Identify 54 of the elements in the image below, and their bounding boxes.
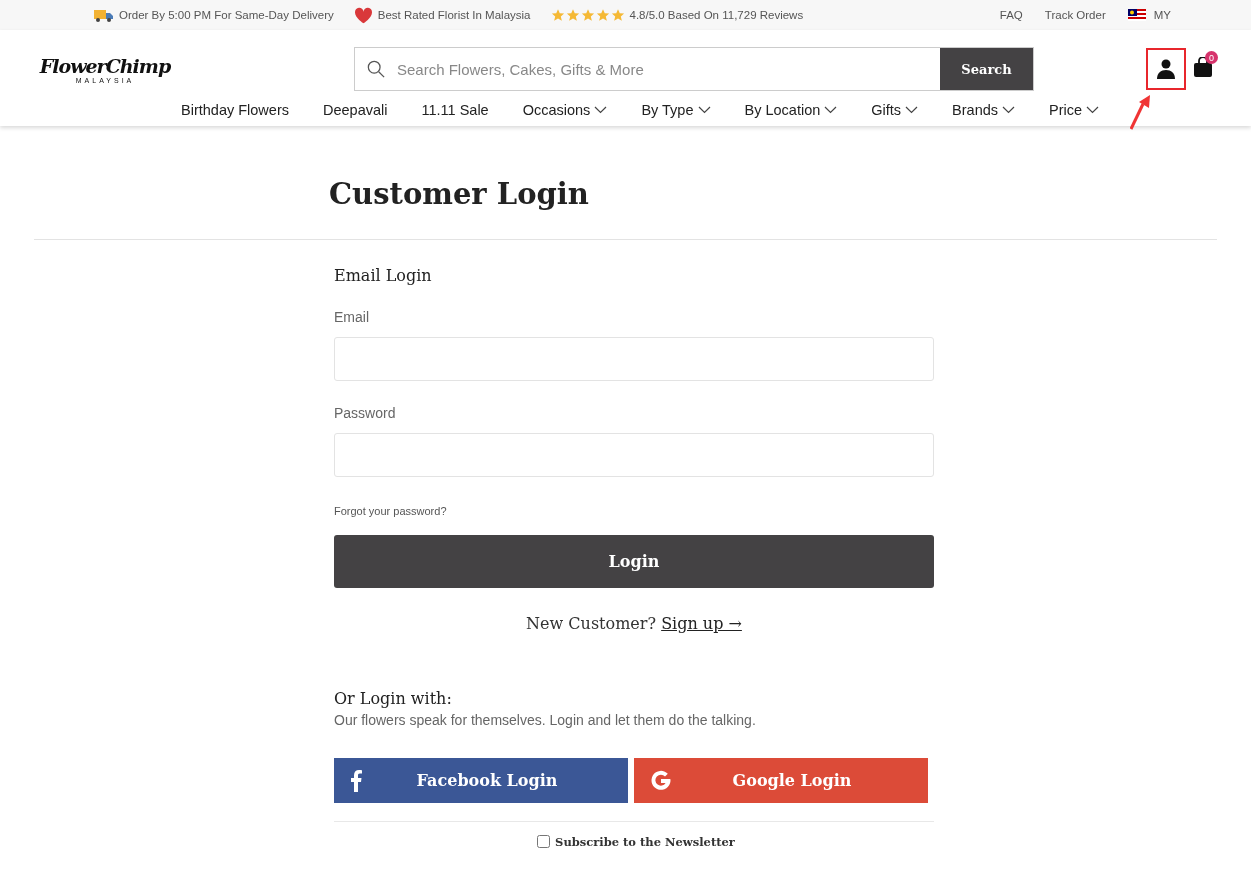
signup-link[interactable]: Sign up →	[661, 614, 742, 633]
star-icon	[550, 8, 565, 22]
nav-link[interactable]: Gifts	[871, 102, 919, 118]
input-field[interactable]	[334, 337, 934, 381]
chevron-down-icon	[824, 106, 838, 114]
login-button[interactable]: Login	[334, 535, 934, 588]
promo-text: Best Rated Florist In Malaysia	[377, 9, 531, 21]
star-icon	[580, 8, 595, 22]
new-customer-text: New Customer?	[526, 614, 657, 633]
nav-link[interactable]: 11.11 Sale	[421, 102, 489, 118]
forgot-password-link[interactable]: Forgot your password?	[334, 505, 447, 517]
cart-count-badge: 0	[1205, 51, 1218, 64]
social-login-button[interactable]: Facebook Login	[334, 758, 628, 803]
truck-icon	[94, 8, 114, 22]
chevron-down-icon	[697, 106, 711, 114]
google-icon	[650, 769, 672, 792]
chevron-down-icon	[594, 106, 608, 114]
heart-icon	[353, 6, 373, 24]
nav-link[interactable]: By Type	[641, 102, 711, 118]
search-button[interactable]: Search	[940, 48, 1033, 90]
chevron-down-icon	[1002, 106, 1016, 114]
nav-link[interactable]: Occasions	[522, 102, 608, 118]
facebook-icon	[350, 769, 362, 792]
field-label: Email	[334, 309, 370, 325]
section-heading: Email Login	[334, 266, 433, 285]
chevron-down-icon	[905, 106, 919, 114]
page-title: Customer Login	[329, 177, 590, 213]
rating-text: 4.8/5.0 Based On 11,729 Reviews	[629, 9, 804, 21]
input-field[interactable]	[334, 433, 934, 477]
social-heading: Or Login with:	[334, 689, 453, 708]
nav-link[interactable]: Deepavali	[323, 102, 388, 118]
top-link[interactable]: FAQ	[999, 9, 1023, 21]
newsletter-checkbox[interactable]	[537, 835, 551, 848]
star-icon	[610, 8, 625, 22]
nav-link[interactable]: Birthday Flowers	[181, 102, 289, 118]
country-code[interactable]: MY	[1153, 9, 1171, 21]
newsletter-label[interactable]: Subscribe to the Newsletter	[555, 834, 735, 849]
star-icon	[595, 8, 610, 22]
annotation-arrow	[1130, 94, 1152, 130]
search-icon	[367, 60, 385, 78]
social-login-button[interactable]: Google Login	[634, 758, 928, 803]
nav-link[interactable]: Brands	[952, 102, 1016, 118]
chevron-down-icon	[1086, 106, 1100, 114]
account-icon[interactable]	[1157, 59, 1175, 79]
search-field[interactable]: Search Flowers, Cakes, Gifts & More Search	[354, 47, 1034, 91]
shopping-bag-icon[interactable]	[1194, 57, 1212, 77]
nav-link[interactable]: Price	[1049, 102, 1100, 118]
promo-text: Order By 5:00 PM For Same-Day Delivery	[119, 9, 334, 21]
field-label: Password	[334, 405, 397, 421]
nav-link[interactable]: By Location	[744, 102, 838, 118]
star-icon	[565, 8, 580, 22]
social-description: Our flowers speak for themselves. Login and let them do the talking.	[334, 712, 757, 728]
top-link[interactable]: Track Order	[1044, 9, 1106, 21]
flag-icon	[1127, 9, 1146, 21]
